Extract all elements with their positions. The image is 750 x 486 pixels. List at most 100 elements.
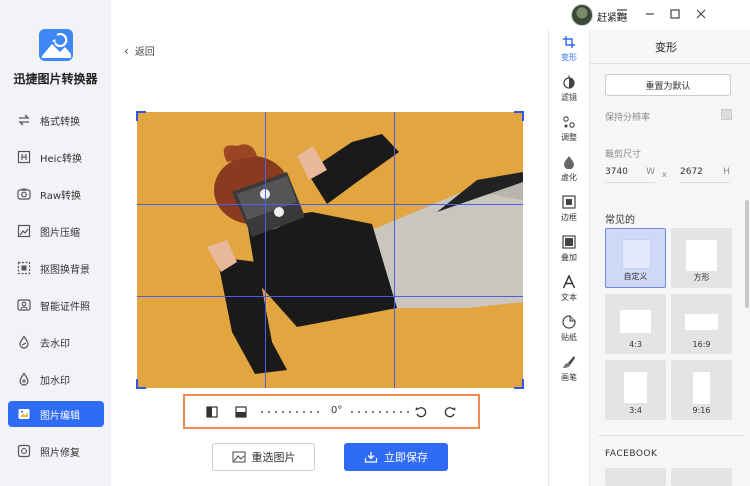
tool-border[interactable]: 边框 bbox=[549, 195, 589, 231]
back-label: 返回 bbox=[134, 47, 155, 58]
crop-handle-bottom-right[interactable] bbox=[514, 379, 524, 389]
tool-brush[interactable]: 画笔 bbox=[549, 355, 589, 391]
tool-label: 文本 bbox=[561, 293, 577, 302]
flip-horizontal-icon[interactable] bbox=[206, 406, 218, 418]
preset-label: 16:9 bbox=[692, 340, 711, 349]
filter-icon bbox=[562, 75, 576, 89]
maximize-icon[interactable] bbox=[667, 6, 683, 22]
preset-label: 自定义 bbox=[623, 272, 648, 281]
sidebar-item-label: 照片修复 bbox=[40, 447, 80, 459]
sidebar-item-photo-repair[interactable]: 照片修复 bbox=[8, 438, 104, 464]
preset-shape bbox=[624, 372, 647, 403]
text-icon bbox=[562, 275, 576, 289]
panel-scrollbar[interactable] bbox=[745, 200, 749, 308]
keep-resolution-label: 保持分辨率 bbox=[605, 113, 651, 123]
preset-label: 3:4 bbox=[629, 406, 642, 415]
crop-height-value: 2672 bbox=[680, 167, 703, 177]
crop-height-field[interactable]: 2672 H bbox=[680, 167, 730, 183]
crop-handle-top-right[interactable] bbox=[514, 111, 524, 121]
transform-panel: 变形 重置为默认 保持分辨率 裁剪尺寸 3740 W x 2672 H 常见的 … bbox=[590, 30, 750, 486]
crop-handle-top-left[interactable] bbox=[136, 111, 146, 121]
tool-label: 调整 bbox=[561, 133, 577, 142]
reselect-image-button[interactable]: 重选图片 bbox=[212, 443, 315, 471]
crop-handle-bottom-left[interactable] bbox=[136, 379, 146, 389]
tool-adjust[interactable]: 调整 bbox=[549, 115, 589, 151]
close-icon[interactable] bbox=[693, 6, 709, 22]
preset-shape bbox=[620, 310, 651, 333]
sidebar-item-format-convert[interactable]: 格式转换 bbox=[8, 107, 104, 133]
tool-overlay[interactable]: 叠加 bbox=[549, 235, 589, 271]
preset-4-3[interactable]: 4:3 bbox=[605, 294, 666, 354]
brush-icon bbox=[562, 355, 576, 369]
rotation-slider-left[interactable] bbox=[261, 411, 319, 413]
tool-label: 边框 bbox=[561, 213, 577, 222]
tool-sticker[interactable]: 贴纸 bbox=[549, 315, 589, 351]
app-logo-icon bbox=[39, 29, 73, 61]
preset-shape bbox=[622, 239, 651, 269]
preset-9-16[interactable]: 9:16 bbox=[671, 360, 732, 420]
sidebar-item-add-watermark[interactable]: 加水印 bbox=[8, 366, 104, 392]
panel-title: 变形 bbox=[655, 41, 677, 54]
tool-transform[interactable]: 变形 bbox=[549, 35, 589, 71]
tool-label: 虚化 bbox=[561, 173, 577, 182]
reselect-label: 重选图片 bbox=[251, 451, 296, 464]
tool-text[interactable]: 文本 bbox=[549, 275, 589, 311]
blur-icon bbox=[562, 155, 576, 169]
preset-facebook-1[interactable] bbox=[605, 468, 666, 486]
rotate-right-icon[interactable] bbox=[444, 406, 456, 418]
keep-resolution-checkbox[interactable] bbox=[721, 109, 732, 120]
crop-grid-line bbox=[137, 204, 523, 205]
tool-label: 滤镜 bbox=[561, 93, 577, 102]
compress-icon bbox=[16, 223, 32, 239]
crop-grid-line bbox=[137, 296, 523, 297]
crop-width-value: 3740 bbox=[605, 167, 628, 177]
preset-shape bbox=[693, 372, 710, 404]
chevron-left-icon: ‹ bbox=[124, 43, 129, 58]
add-watermark-icon bbox=[16, 371, 32, 387]
crop-width-field[interactable]: 3740 W bbox=[605, 167, 655, 183]
back-button[interactable]: ‹ 返回 bbox=[124, 43, 155, 59]
sidebar-item-label: 图片编辑 bbox=[40, 410, 80, 422]
crop-height-unit: H bbox=[723, 167, 730, 177]
sidebar-item-heic[interactable]: Heic转换 bbox=[8, 144, 104, 170]
sidebar-item-label: 格式转换 bbox=[40, 116, 80, 128]
preset-16-9[interactable]: 16:9 bbox=[671, 294, 732, 354]
sidebar-item-id-photo[interactable]: 智能证件照 bbox=[8, 292, 104, 318]
minimize-icon[interactable] bbox=[642, 6, 658, 22]
edit-tool-rail: 变形 滤镜 调整 虚化 边框 叠加 文本 贴纸 画笔 bbox=[548, 30, 590, 486]
sidebar-item-remove-watermark[interactable]: 去水印 bbox=[8, 329, 104, 355]
sidebar-item-label: Heic转换 bbox=[40, 153, 82, 165]
sidebar-item-label: 图片压缩 bbox=[40, 227, 80, 239]
save-now-button[interactable]: 立即保存 bbox=[344, 443, 448, 471]
sidebar-item-image-edit[interactable]: 图片编辑 bbox=[8, 401, 104, 427]
sidebar-item-raw[interactable]: Raw转换 bbox=[8, 181, 104, 207]
menu-icon[interactable] bbox=[614, 6, 630, 22]
border-icon bbox=[562, 195, 576, 209]
sidebar-item-cutout[interactable]: 抠图换背景 bbox=[8, 255, 104, 281]
image-icon bbox=[231, 451, 246, 463]
preset-custom[interactable]: 自定义 bbox=[605, 228, 666, 288]
convert-icon bbox=[16, 112, 32, 128]
preset-label: 方形 bbox=[693, 273, 710, 282]
sidebar-item-compress[interactable]: 图片压缩 bbox=[8, 218, 104, 244]
cutout-icon bbox=[16, 260, 32, 276]
preset-3-4[interactable]: 3:4 bbox=[605, 360, 666, 420]
reset-default-button[interactable]: 重置为默认 bbox=[605, 74, 731, 96]
flip-vertical-icon[interactable] bbox=[235, 406, 247, 418]
adjust-icon bbox=[562, 115, 576, 129]
preset-facebook-2[interactable] bbox=[671, 468, 732, 486]
rotation-slider-right[interactable] bbox=[351, 411, 409, 413]
tool-label: 变形 bbox=[561, 53, 577, 62]
avatar[interactable] bbox=[571, 4, 593, 26]
sidebar-item-label: Raw转换 bbox=[40, 190, 82, 202]
crop-grid-line bbox=[265, 112, 266, 388]
photo-canvas[interactable] bbox=[137, 112, 523, 388]
preset-shape bbox=[685, 314, 718, 330]
tool-label: 叠加 bbox=[561, 253, 577, 262]
tool-blur[interactable]: 虚化 bbox=[549, 155, 589, 191]
rotate-left-icon[interactable] bbox=[415, 406, 427, 418]
preset-square[interactable]: 方形 bbox=[671, 228, 732, 288]
sidebar: 迅捷图片转换器 格式转换 Heic转换 Raw转换 图片压缩 抠图换背景 智能证… bbox=[0, 0, 111, 486]
tool-filter[interactable]: 滤镜 bbox=[549, 75, 589, 111]
transform-toolbar: 0° bbox=[183, 394, 480, 429]
